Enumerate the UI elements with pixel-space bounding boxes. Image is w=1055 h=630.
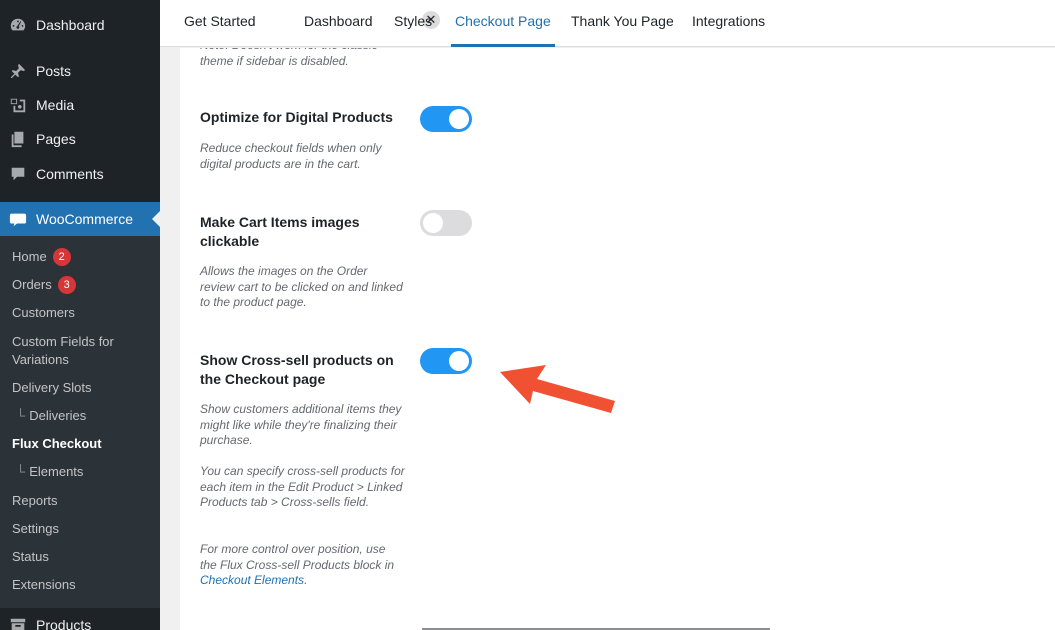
menu-label: Dashboard bbox=[36, 17, 105, 33]
archive-icon bbox=[0, 616, 36, 630]
submenu-item-deliveries[interactable]: └ Deliveries bbox=[16, 407, 86, 425]
toggle-optimize-digital[interactable] bbox=[420, 106, 472, 132]
menu-label: WooCommerce bbox=[36, 211, 133, 227]
submenu-item-extensions[interactable]: Extensions bbox=[12, 576, 76, 594]
setting-description: Note: Doesn't work for the classic theme… bbox=[200, 48, 378, 68]
comment-icon bbox=[0, 165, 36, 183]
menu-posts[interactable]: Posts bbox=[0, 54, 160, 88]
setting-label-cross-sell: Show Cross-sell products on the Checkout… bbox=[200, 352, 394, 387]
menu-label: Posts bbox=[36, 63, 72, 79]
count-badge: 3 bbox=[57, 276, 76, 294]
description-text: For more control over position, use the … bbox=[200, 542, 395, 572]
annotation-arrow-icon bbox=[500, 365, 615, 413]
admin-sidebar: Dashboard Posts Media Pages Comments Woo… bbox=[0, 0, 160, 630]
submenu-item-orders[interactable]: Orders 3 bbox=[12, 276, 76, 294]
toggle-knob bbox=[423, 213, 443, 233]
tab-get-started[interactable]: Get Started bbox=[184, 0, 256, 47]
tab-styles[interactable]: Styles bbox=[394, 0, 432, 47]
media-icon bbox=[0, 96, 36, 114]
submenu-item-status[interactable]: Status bbox=[12, 548, 49, 566]
setting-description: You can specify cross-sell products for … bbox=[200, 464, 405, 510]
checkout-elements-link[interactable]: Checkout Elements bbox=[200, 573, 304, 587]
submenu-label: Elements bbox=[29, 464, 84, 479]
menu-label: Comments bbox=[36, 166, 104, 182]
submenu-item-delivery-slots[interactable]: Delivery Slots bbox=[12, 379, 91, 397]
submenu-item-customers[interactable]: Customers bbox=[12, 304, 75, 322]
menu-label: Pages bbox=[36, 131, 76, 147]
toggle-knob bbox=[449, 351, 469, 371]
setting-description: Allows the images on the Order review ca… bbox=[200, 264, 403, 310]
submenu-item-reports[interactable]: Reports bbox=[12, 492, 58, 510]
tree-connector-icon: └ bbox=[16, 464, 26, 479]
menu-comments[interactable]: Comments bbox=[0, 157, 160, 191]
setting-description: Show customers additional items they mig… bbox=[200, 402, 402, 448]
setting-description: Reduce checkout fields when only digital… bbox=[200, 141, 382, 171]
woocommerce-submenu: Home 2 Orders 3 Customers Custom Fields fo… bbox=[0, 236, 160, 608]
settings-tabs: Get Started ✕ Dashboard Styles Checkout … bbox=[160, 0, 1055, 47]
dashboard-icon bbox=[0, 16, 36, 34]
menu-dashboard[interactable]: Dashboard bbox=[0, 8, 160, 42]
menu-pages[interactable]: Pages bbox=[0, 122, 160, 156]
pages-icon bbox=[0, 130, 36, 148]
toggle-cart-images[interactable] bbox=[420, 210, 472, 236]
count-badge: 2 bbox=[52, 248, 71, 266]
menu-media[interactable]: Media bbox=[0, 88, 160, 122]
submenu-item-elements[interactable]: └ Elements bbox=[16, 463, 83, 481]
submenu-item-custom-fields[interactable]: Custom Fields for Variations bbox=[12, 333, 142, 369]
menu-label: Products bbox=[36, 617, 92, 630]
tab-integrations[interactable]: Integrations bbox=[692, 0, 765, 47]
setting-description: For more control over position, use the … bbox=[200, 542, 405, 589]
setting-label-cart-images: Make Cart Items images clickable bbox=[200, 214, 360, 249]
submenu-item-flux-checkout[interactable]: Flux Checkout bbox=[12, 435, 102, 453]
woo-icon bbox=[0, 210, 36, 228]
toggle-cross-sell[interactable] bbox=[420, 348, 472, 374]
menu-label: Media bbox=[36, 97, 75, 113]
setting-label-optimize-digital: Optimize for Digital Products bbox=[200, 109, 393, 125]
tab-checkout-page[interactable]: Checkout Page bbox=[451, 0, 555, 47]
menu-products[interactable]: Products bbox=[0, 608, 160, 630]
tree-connector-icon: └ bbox=[16, 408, 26, 423]
tab-thank-you-page[interactable]: Thank You Page bbox=[571, 0, 674, 47]
tab-dashboard[interactable]: Dashboard bbox=[304, 0, 373, 47]
description-text: . bbox=[304, 573, 308, 588]
submenu-label: Orders bbox=[12, 277, 52, 292]
pushpin-icon bbox=[0, 62, 36, 80]
submenu-label: Deliveries bbox=[29, 408, 87, 423]
submenu-item-settings[interactable]: Settings bbox=[12, 520, 59, 538]
submenu-item-home[interactable]: Home 2 bbox=[12, 248, 71, 266]
submenu-label: Home bbox=[12, 249, 47, 264]
settings-panel: Note: Doesn't work for the classic theme… bbox=[180, 48, 1055, 630]
menu-woocommerce[interactable]: WooCommerce bbox=[0, 202, 160, 236]
toggle-knob bbox=[449, 109, 469, 129]
